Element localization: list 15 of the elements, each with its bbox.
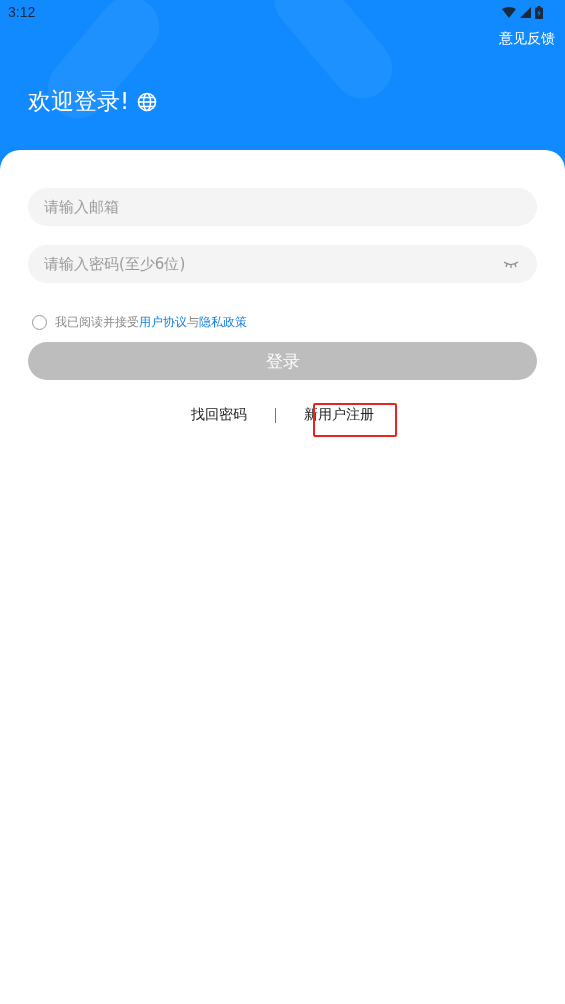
email-field[interactable]: 请输入邮箱 (28, 188, 537, 226)
welcome-title: 欢迎登录! (28, 87, 130, 116)
battery-icon (535, 5, 543, 19)
agreement-text: 我已阅读并接受用户协议与隐私政策 (55, 315, 247, 330)
signal-icon (520, 6, 531, 18)
status-time: 3:12 (8, 4, 36, 20)
password-field[interactable]: 请输入密码(至少6位) (28, 245, 537, 283)
globe-icon[interactable] (137, 91, 158, 112)
agreement-checkbox[interactable] (32, 315, 47, 330)
wifi-icon (502, 6, 516, 18)
agreement-link[interactable]: 用户协议 (139, 315, 187, 329)
feedback-link[interactable]: 意见反馈 (499, 30, 555, 48)
closed-eye-icon[interactable] (503, 260, 519, 268)
text-link[interactable]: 找回密码 (191, 406, 247, 424)
agreement-link[interactable]: 隐私政策 (199, 315, 247, 329)
